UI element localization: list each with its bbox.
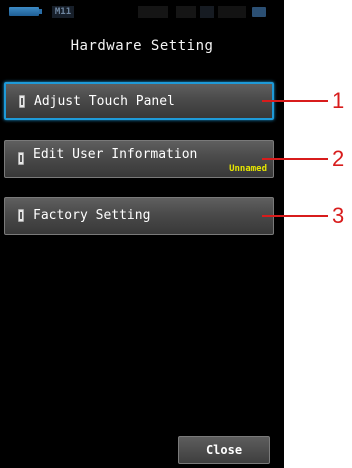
adjust-touch-panel-button[interactable]: Adjust Touch Panel [4,82,274,120]
memory-card-icon [252,7,266,17]
status-indicator-icon [176,6,196,18]
status-indicator-icon [200,6,214,18]
edit-user-information-button[interactable]: Edit User Information Unnamed [4,140,274,178]
callout-number: 1 [332,88,345,113]
menu-item-icon [19,95,25,108]
status-indicator-icon [218,6,246,18]
menu-item-label: Factory Setting [33,208,151,223]
callout-line [262,215,328,217]
factory-setting-button[interactable]: Factory Setting [4,197,274,235]
page-title: Hardware Setting [70,38,214,54]
device-screen: M11 Hardware Setting Adjust Touch Panel … [0,0,284,468]
battery-icon [9,7,42,16]
callout-line [262,100,328,102]
status-bar: M11 [0,0,284,28]
menu-item-label: Adjust Touch Panel [34,94,175,109]
callout-number: 3 [332,203,345,228]
menu-item-icon [18,209,24,222]
status-indicator-icon [138,6,168,18]
mode-indicator: M11 [52,6,74,18]
callout-line [262,158,328,160]
figure: M11 Hardware Setting Adjust Touch Panel … [0,0,352,468]
menu-item-label: Edit User Information [33,147,198,162]
user-name-value: Unnamed [229,164,267,174]
callout-number: 2 [332,146,345,171]
close-button[interactable]: Close [178,436,270,464]
menu-item-icon [18,152,24,165]
